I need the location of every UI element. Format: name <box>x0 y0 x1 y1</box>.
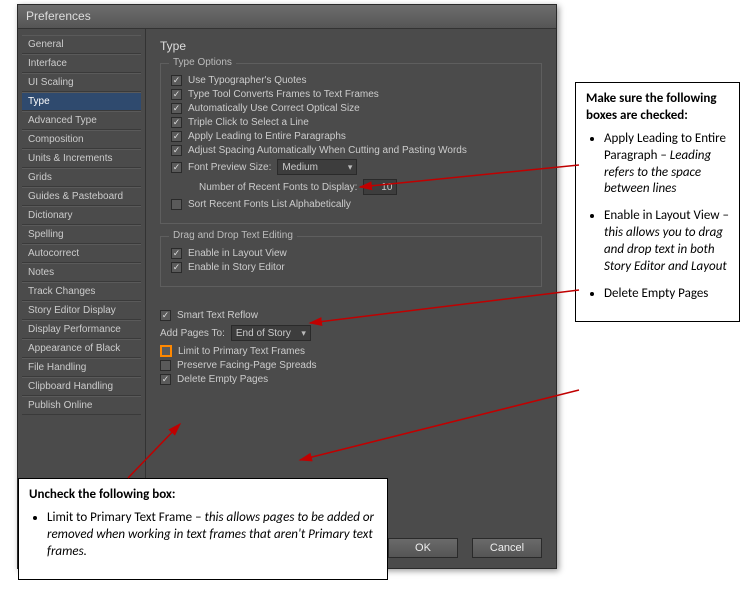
panel-title: Type <box>160 39 542 53</box>
drag-drop-group: Drag and Drop Text Editing Enable in Lay… <box>160 236 542 287</box>
sidebar-item-interface[interactable]: Interface <box>22 54 141 73</box>
sidebar-item-composition[interactable]: Composition <box>22 130 141 149</box>
checkbox-typographers-quotes[interactable] <box>171 75 182 86</box>
sidebar-item-units[interactable]: Units & Increments <box>22 149 141 168</box>
sidebar-item-appearance-black[interactable]: Appearance of Black <box>22 339 141 358</box>
checkbox-sort-recent[interactable] <box>171 199 182 210</box>
sidebar-item-publish-online[interactable]: Publish Online <box>22 396 141 415</box>
label: Number of Recent Fonts to Display: <box>199 182 357 193</box>
callout-item: Delete Empty Pages <box>604 286 729 303</box>
label: Use Typographer's Quotes <box>188 75 306 86</box>
dialog-title: Preferences <box>26 9 91 23</box>
label: Triple Click to Select a Line <box>188 117 309 128</box>
annotation-callout-right: Make sure the following boxes are checke… <box>575 82 740 322</box>
callout-item: Apply Leading to Entire Paragraph – Lead… <box>604 131 729 199</box>
checkbox-enable-story-editor[interactable] <box>171 262 182 273</box>
type-options-group: Type Options Use Typographer's Quotes Ty… <box>160 63 542 224</box>
checkbox-preserve-spreads[interactable] <box>160 360 171 371</box>
label: Add Pages To: <box>160 328 225 339</box>
label: Enable in Layout View <box>188 248 287 259</box>
label: Apply Leading to Entire Paragraphs <box>188 131 346 142</box>
callout-item: Limit to Primary Text Frame – this allow… <box>47 510 377 561</box>
checkbox-limit-primary[interactable] <box>160 345 172 357</box>
sidebar-item-general[interactable]: General <box>22 35 141 54</box>
sidebar-item-notes[interactable]: Notes <box>22 263 141 282</box>
callout-title: Uncheck the following box: <box>29 487 176 502</box>
sidebar-item-story-editor[interactable]: Story Editor Display <box>22 301 141 320</box>
checkbox-adjust-spacing[interactable] <box>171 145 182 156</box>
label: Automatically Use Correct Optical Size <box>188 103 360 114</box>
ok-button[interactable]: OK <box>388 538 458 558</box>
sidebar-item-track-changes[interactable]: Track Changes <box>22 282 141 301</box>
label: Type Tool Converts Frames to Text Frames <box>188 89 379 100</box>
callout-title: Make sure the following boxes are checke… <box>586 91 717 123</box>
checkbox-triple-click[interactable] <box>171 117 182 128</box>
group-title-drag-drop: Drag and Drop Text Editing <box>169 230 297 241</box>
input-recent-fonts[interactable]: 10 <box>363 179 397 195</box>
label: Delete Empty Pages <box>177 374 268 385</box>
checkbox-convert-frames[interactable] <box>171 89 182 100</box>
sidebar-item-grids[interactable]: Grids <box>22 168 141 187</box>
label: Adjust Spacing Automatically When Cuttin… <box>188 145 467 156</box>
label: Smart Text Reflow <box>177 310 258 321</box>
dropdown-add-pages-to[interactable]: End of Story <box>231 325 311 341</box>
sidebar-item-spelling[interactable]: Spelling <box>22 225 141 244</box>
checkbox-font-preview[interactable] <box>171 162 182 173</box>
checkbox-delete-empty[interactable] <box>160 374 171 385</box>
checkbox-enable-layout-view[interactable] <box>171 248 182 259</box>
label: Font Preview Size: <box>188 162 271 173</box>
checkbox-smart-reflow[interactable] <box>160 310 171 321</box>
sidebar-item-autocorrect[interactable]: Autocorrect <box>22 244 141 263</box>
dropdown-font-preview-size[interactable]: Medium <box>277 159 357 175</box>
checkbox-auto-optical[interactable] <box>171 103 182 114</box>
titlebar: Preferences <box>18 5 556 29</box>
label: Preserve Facing-Page Spreads <box>177 360 317 371</box>
checkbox-apply-leading[interactable] <box>171 131 182 142</box>
sidebar-item-advanced-type[interactable]: Advanced Type <box>22 111 141 130</box>
sidebar-item-clipboard[interactable]: Clipboard Handling <box>22 377 141 396</box>
sidebar-item-ui-scaling[interactable]: UI Scaling <box>22 73 141 92</box>
sidebar-item-type[interactable]: Type <box>22 92 141 111</box>
sidebar-item-file-handling[interactable]: File Handling <box>22 358 141 377</box>
sidebar-item-display-perf[interactable]: Display Performance <box>22 320 141 339</box>
group-title-type-options: Type Options <box>169 57 236 68</box>
label: Sort Recent Fonts List Alphabetically <box>188 199 351 210</box>
label: Enable in Story Editor <box>188 262 285 273</box>
cancel-button[interactable]: Cancel <box>472 538 542 558</box>
callout-item: Enable in Layout View – this allows you … <box>604 208 729 276</box>
sidebar-item-guides[interactable]: Guides & Pasteboard <box>22 187 141 206</box>
sidebar-item-dictionary[interactable]: Dictionary <box>22 206 141 225</box>
label: Limit to Primary Text Frames <box>178 346 305 357</box>
reflow-group: Smart Text Reflow Add Pages To: End of S… <box>160 299 542 398</box>
annotation-callout-bottom: Uncheck the following box: Limit to Prim… <box>18 478 388 580</box>
